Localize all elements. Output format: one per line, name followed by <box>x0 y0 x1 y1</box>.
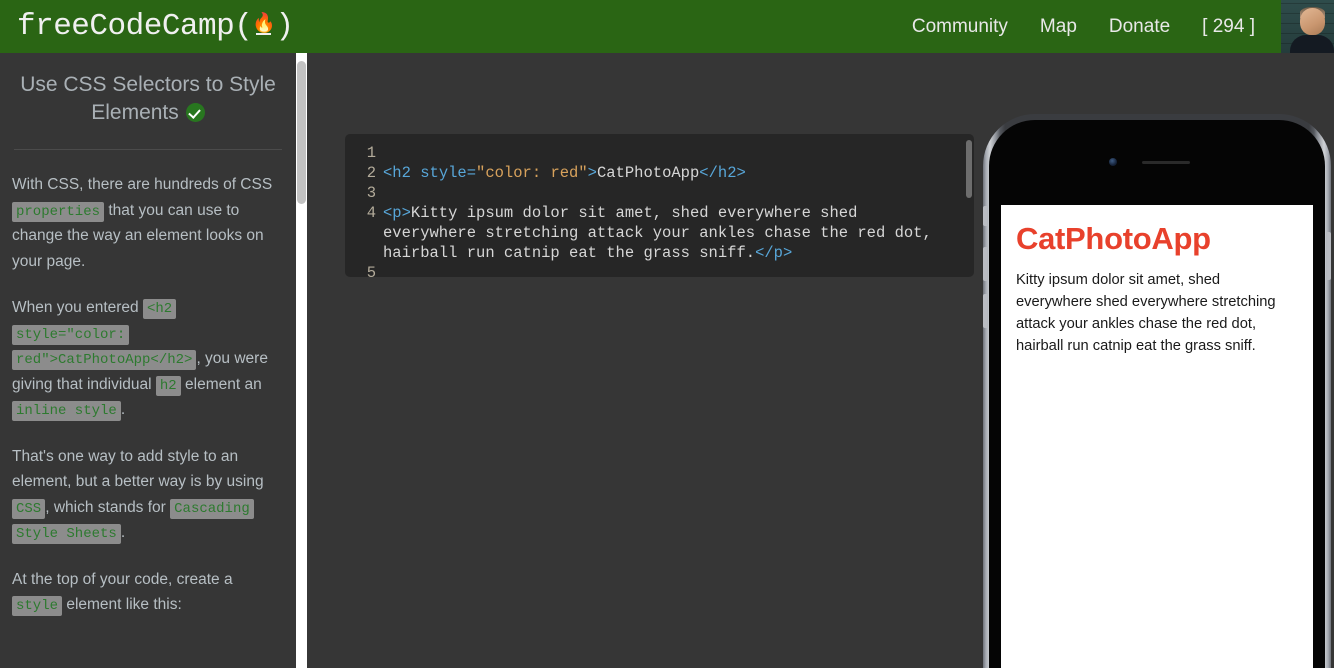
inline-code: CSS <box>12 498 46 519</box>
code-token: > <box>587 164 597 182</box>
nav-donate[interactable]: Donate <box>1093 16 1186 38</box>
code-editor[interactable]: 1234..5 <h2 style="color: red">CatPhotoA… <box>345 134 974 277</box>
code-line: <p>Kitty ipsum dolor sit amet, shed ever… <box>383 203 958 263</box>
line-number: 3 <box>366 184 376 202</box>
phone-volume-down-button <box>983 294 987 328</box>
top-navigation-bar: freeCodeCamp ( 🔥 ) Community Map Donate … <box>0 0 1334 53</box>
line-number: 1 <box>366 144 376 162</box>
instructions-scrollbar-track[interactable] <box>296 53 307 668</box>
preview-paragraph: Kitty ipsum dolor sit amet, shed everywh… <box>1016 272 1276 354</box>
code-token: Kitty ipsum dolor sit amet, shed everywh… <box>383 204 942 262</box>
code-token: <h2 <box>383 164 421 182</box>
instruction-text: That's one way to add style to an elemen… <box>12 447 264 491</box>
line-number: 2 <box>366 164 376 182</box>
line-number: 4 <box>366 204 376 222</box>
phone-power-button <box>1327 232 1331 280</box>
instruction-text: When you entered <box>12 299 143 316</box>
phone-camera-icon <box>1109 158 1117 166</box>
instruction-paragraph: When you entered <h2 style="color: red">… <box>12 295 284 423</box>
brand-wordmark: freeCodeCamp <box>17 9 235 44</box>
phone-volume-up-button <box>983 247 987 281</box>
nav-links: Community Map Donate [ 294 ] <box>896 0 1334 53</box>
avatar-torso <box>1290 35 1334 53</box>
code-token: </h2> <box>699 164 746 182</box>
brand-close-paren: ) <box>275 9 295 44</box>
iphone-mockup: CatPhotoApp Kitty ipsum dolor sit amet, … <box>983 114 1331 668</box>
instruction-paragraph: With CSS, there are hundreds of CSS prop… <box>12 172 284 274</box>
nav-community[interactable]: Community <box>896 16 1024 38</box>
challenge-title-text: Use CSS Selectors to Style Elements <box>20 73 276 124</box>
instruction-text: , which stands for <box>45 498 171 516</box>
preview-screen: CatPhotoApp Kitty ipsum dolor sit amet, … <box>1001 205 1313 668</box>
line-number: 5 <box>366 264 376 277</box>
instruction-text: element an <box>180 375 262 393</box>
avatar-face <box>1300 8 1325 35</box>
challenge-workspace: Use CSS Selectors to Style Elements With… <box>0 53 1334 668</box>
code-token: <p> <box>383 204 411 222</box>
instruction-paragraph: At the top of your code, create a style … <box>12 567 284 618</box>
code-token: </p> <box>755 244 793 262</box>
flame-icon: 🔥 <box>252 13 276 35</box>
preview-heading: CatPhotoApp <box>1016 221 1211 256</box>
instruction-text: . <box>120 401 126 418</box>
phone-silent-switch <box>983 206 987 226</box>
instructions-panel: Use CSS Selectors to Style Elements With… <box>0 53 308 668</box>
nav-map[interactable]: Map <box>1024 16 1093 38</box>
instruction-paragraph: That's one way to add style to an elemen… <box>12 444 284 546</box>
inline-code: properties <box>12 201 105 222</box>
instruction-text: With CSS, there are hundreds of CSS <box>12 176 273 193</box>
instruction-text: element like this: <box>62 596 182 613</box>
instruction-text: . <box>120 524 126 541</box>
code-text[interactable]: <h2 style="color: red">CatPhotoApp</h2> … <box>383 143 974 277</box>
code-token: style= <box>420 164 477 182</box>
green-check-icon <box>185 103 205 122</box>
instructions-scrollbar-thumb[interactable] <box>297 61 306 204</box>
inline-code: inline style <box>12 401 121 421</box>
code-editor-content[interactable]: 1234..5 <h2 style="color: red">CatPhotoA… <box>345 134 974 277</box>
page-title: Use CSS Selectors to Style Elements <box>10 71 286 127</box>
freecodecamp-logo[interactable]: freeCodeCamp ( 🔥 ) <box>17 9 294 44</box>
inline-code: style <box>12 596 63 616</box>
code-token: "color: red" <box>476 164 588 182</box>
line-number-spacer: . <box>345 223 376 243</box>
inline-code: h2 <box>155 375 181 396</box>
editor-scrollbar-thumb[interactable] <box>966 140 972 198</box>
code-token: CatPhotoApp <box>596 164 700 182</box>
brand-open-paren: ( <box>234 9 253 44</box>
instructions-body: With CSS, there are hundreds of CSS prop… <box>10 172 286 618</box>
nav-brownie-points[interactable]: [ 294 ] <box>1186 16 1271 38</box>
avatar[interactable] <box>1281 0 1334 53</box>
phone-bezel: CatPhotoApp Kitty ipsum dolor sit amet, … <box>989 120 1325 668</box>
phone-speaker-grille <box>1142 161 1190 164</box>
line-number-spacer: . <box>345 243 376 263</box>
instruction-text: At the top of your code, create a <box>12 570 233 588</box>
code-line: <h2 style="color: red">CatPhotoApp</h2> <box>383 163 958 183</box>
line-number-gutter: 1234..5 <box>345 143 383 277</box>
title-divider <box>14 149 282 150</box>
